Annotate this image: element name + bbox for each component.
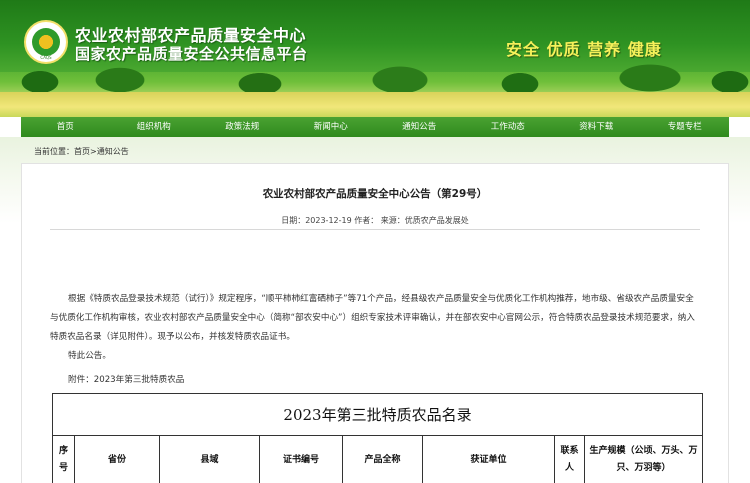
article-notice: 特此公告。 (68, 351, 111, 361)
main-nav: 首页 组织机构 政策法规 新闻中心 通知公告 工作动态 资料下载 专题专栏 (21, 117, 729, 137)
table-header-product-name: 产品全称 (343, 436, 423, 483)
breadcrumb-home-link[interactable]: 首页 (74, 147, 90, 156)
table-header-county: 县域 (160, 436, 260, 483)
nav-item-work-updates[interactable]: 工作动态 (464, 117, 553, 137)
site-slogan: 安全 优质 营养 健康 (506, 40, 662, 59)
table-header-production-scale: 生产规模（公顷、万头、万只、万羽等） (589, 446, 698, 473)
nav-item-topics[interactable]: 专题专栏 (641, 117, 730, 137)
table-header-certificate-no: 证书编号 (260, 436, 343, 483)
table-header-contact: 联系人 (555, 436, 585, 483)
breadcrumb-separator: > (90, 147, 97, 156)
product-list-table: 2023年第三批特质农品名录 序号 省份 县域 证书编号 产品全称 获证单位 联… (52, 393, 703, 483)
table-header-row: 序号 省份 县域 证书编号 产品全称 获证单位 联系人 生产规模（公顷、万头、万… (53, 436, 702, 483)
site-logo[interactable]: CAQS (24, 20, 68, 64)
nav-item-home[interactable]: 首页 (21, 117, 110, 137)
nav-item-notices[interactable]: 通知公告 (375, 117, 464, 137)
article-meta: 日期：2023-12-19 作者： 来源：优质农产品发展处 (281, 216, 469, 225)
table-header-index: 序号 (53, 436, 75, 483)
breadcrumb-current-link[interactable]: 通知公告 (97, 147, 129, 156)
article-attachment: 附件：2023年第三批特质农品 (68, 375, 185, 385)
logo-emblem-icon (32, 28, 60, 56)
nav-item-news[interactable]: 新闻中心 (287, 117, 376, 137)
article-title: 农业农村部农产品质量安全中心公告（第29号） (262, 188, 488, 200)
breadcrumb-prefix: 当前位置： (34, 147, 74, 156)
logo-text: CAQS (40, 55, 52, 60)
table-header-certified-unit: 获证单位 (423, 436, 555, 483)
nav-item-downloads[interactable]: 资料下载 (552, 117, 641, 137)
table-header-province: 省份 (75, 436, 160, 483)
table-title: 2023年第三批特质农品名录 (53, 394, 702, 436)
article-body: 根据《特质农品登录技术规范（试行）》规定程序，“顺平柿柿红富硒柿子”等71个产品… (50, 294, 695, 342)
site-subtitle: 国家农产品质量安全公共信息平台 (75, 45, 308, 63)
article-divider (50, 229, 700, 230)
breadcrumb: 当前位置：首页>通知公告 (34, 146, 129, 157)
nav-item-organization[interactable]: 组织机构 (110, 117, 199, 137)
banner-field (0, 92, 750, 117)
nav-item-policy[interactable]: 政策法规 (198, 117, 287, 137)
